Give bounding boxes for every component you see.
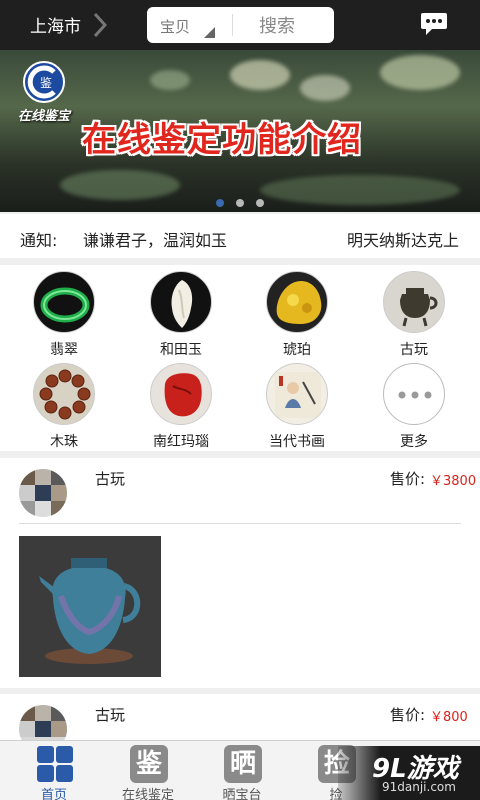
banner-bokeh (230, 60, 290, 90)
category-label: 木珠 (50, 434, 78, 450)
category-label: 琥珀 (283, 342, 311, 358)
item-photo[interactable] (19, 536, 161, 677)
nav-label: 晒宝台 (222, 788, 262, 800)
category-item-antique[interactable]: 古玩 (354, 271, 474, 359)
nav-label: 在线鉴定 (121, 788, 174, 800)
category-item-painting[interactable]: 当代书画 (237, 363, 357, 451)
chevron-right-icon[interactable] (93, 12, 107, 38)
more-icon (383, 363, 445, 425)
category-item-jade[interactable]: 翡翠 (4, 271, 124, 359)
category-label: 和田玉 (160, 342, 202, 358)
list-item[interactable]: 古玩 售价: ￥800 (0, 694, 480, 753)
antique-vessel-icon (383, 271, 445, 333)
carousel-dot[interactable] (216, 199, 224, 207)
jade-bangle-icon (33, 271, 95, 333)
app-root: 上海市 宝贝 搜索 鉴 在线鉴宝 在线鉴定功能介绍 通知: 谦谦君子，温润如玉 … (0, 0, 480, 800)
hetian-jade-icon (150, 271, 212, 333)
banner-bokeh (150, 70, 190, 90)
banner-bokeh (300, 75, 350, 101)
brand-logo-text: 在线鉴宝 (18, 109, 71, 124)
price-label: 售价: (390, 706, 426, 724)
red-agate-icon (150, 363, 212, 425)
divider (19, 523, 461, 524)
home-grid-icon (37, 746, 73, 782)
promo-banner[interactable]: 鉴 在线鉴宝 在线鉴定功能介绍 (0, 50, 480, 212)
search-divider (232, 14, 233, 36)
brand-logo-icon: 鉴 (23, 61, 65, 103)
category-item-amber[interactable]: 琥珀 (237, 271, 357, 359)
amber-icon (266, 271, 328, 333)
category-item-hetian-jade[interactable]: 和田玉 (121, 271, 241, 359)
category-item-wood-beads[interactable]: 木珠 (4, 363, 124, 451)
notice-bar[interactable]: 通知: 谦谦君子，温润如玉 明天纳斯达克上 (0, 214, 480, 258)
item-price: ￥3800 (430, 474, 477, 489)
category-item-more[interactable]: 更多 (354, 363, 474, 451)
nav-home[interactable]: 首页 (6, 741, 102, 800)
carousel-indicator[interactable] (216, 199, 264, 207)
item-title[interactable]: 古玩 (95, 704, 125, 725)
banner-title: 在线鉴定功能介绍 (82, 120, 362, 160)
top-bar: 上海市 宝贝 搜索 (0, 0, 480, 50)
search-category-select[interactable]: 宝贝 (160, 16, 190, 37)
category-label: 更多 (400, 434, 428, 450)
message-icon[interactable] (420, 11, 448, 37)
notice-label: 通知: (20, 231, 58, 250)
showcase-icon: 晒 (224, 745, 262, 783)
notice-text[interactable]: 谦谦君子，温润如玉 (83, 227, 227, 251)
item-title[interactable]: 古玩 (95, 468, 125, 489)
price-label: 售价: (390, 470, 426, 488)
nav-label: 首页 (40, 788, 67, 800)
city-selector[interactable]: 上海市 (30, 12, 81, 37)
svg-text:鉴: 鉴 (40, 76, 52, 90)
avatar[interactable] (19, 469, 67, 517)
search-button[interactable]: 搜索 (259, 12, 295, 38)
nav-showcase[interactable]: 晒 晒宝台 (194, 741, 290, 800)
painting-icon (266, 363, 328, 425)
carousel-dot[interactable] (256, 199, 264, 207)
banner-bokeh (60, 170, 180, 200)
category-label: 古玩 (400, 342, 428, 358)
category-label: 南红玛瑙 (153, 434, 209, 450)
item-price: ￥800 (430, 710, 468, 725)
category-item-red-agate[interactable]: 南红玛瑙 (121, 363, 241, 451)
list-item[interactable]: 古玩 售价: ￥3800 (0, 458, 480, 688)
nav-online-appraisal[interactable]: 鉴 在线鉴定 (100, 741, 196, 800)
watermark-url: 91danji.com (382, 780, 456, 794)
banner-bokeh (380, 55, 460, 90)
appraisal-icon: 鉴 (130, 745, 168, 783)
category-grid: 翡翠 和田玉 琥珀 古玩 木珠 南红玛瑙 当代书画 更多 (0, 265, 480, 451)
dropdown-triangle-icon[interactable] (204, 27, 215, 38)
carousel-dot[interactable] (236, 199, 244, 207)
banner-bokeh (260, 175, 460, 205)
wood-beads-icon (33, 363, 95, 425)
category-label: 当代书画 (269, 434, 325, 450)
search-box[interactable]: 宝贝 搜索 (147, 7, 334, 43)
category-label: 翡翠 (50, 342, 78, 358)
notice-text-secondary[interactable]: 明天纳斯达克上 (347, 227, 459, 251)
